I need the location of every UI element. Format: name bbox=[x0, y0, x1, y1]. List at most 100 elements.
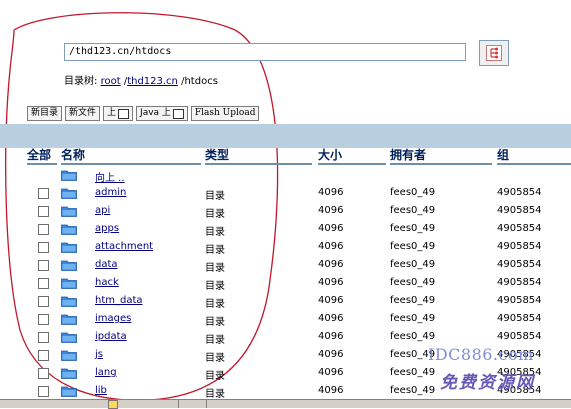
folder-icon bbox=[61, 368, 77, 379]
file-size: 4096 bbox=[318, 367, 344, 378]
globe-icon bbox=[108, 400, 118, 409]
file-name-link[interactable]: attachment bbox=[95, 241, 153, 252]
parent-row[interactable]: 向上 .. bbox=[0, 166, 571, 184]
file-group: 4905854 bbox=[497, 277, 542, 288]
row-checkbox[interactable] bbox=[38, 296, 49, 307]
file-size: 4096 bbox=[318, 259, 344, 270]
header-name[interactable]: 名称 bbox=[61, 148, 201, 165]
folder-icon bbox=[61, 242, 77, 253]
file-group: 4905854 bbox=[497, 259, 542, 270]
file-type: 目录 bbox=[205, 335, 225, 346]
table-row: ipdata 目录 4096 fees0_49 4905854 bbox=[0, 328, 571, 346]
folder-icon bbox=[61, 224, 77, 235]
file-name-link[interactable]: api bbox=[95, 205, 110, 216]
new-file-label: 新文件 bbox=[69, 108, 97, 118]
file-group: 4905854 bbox=[497, 295, 542, 306]
row-checkbox[interactable] bbox=[38, 278, 49, 289]
row-checkbox[interactable] bbox=[38, 350, 49, 361]
file-owner: fees0_49 bbox=[390, 241, 436, 252]
flash-upload-button[interactable]: Flash Upload bbox=[190, 106, 260, 121]
file-group: 4905854 bbox=[497, 205, 542, 216]
upload-box-icon bbox=[118, 108, 130, 119]
go-button[interactable] bbox=[479, 40, 509, 66]
table-row: hack 目录 4096 fees0_49 4905854 bbox=[0, 274, 571, 292]
folder-icon bbox=[61, 332, 77, 343]
file-name-link[interactable]: lang bbox=[95, 367, 117, 378]
file-type: 目录 bbox=[205, 389, 225, 400]
row-checkbox[interactable] bbox=[38, 386, 49, 397]
crumb-domain[interactable]: thd123.cn bbox=[127, 76, 178, 87]
row-checkbox[interactable] bbox=[38, 314, 49, 325]
folder-icon bbox=[61, 260, 77, 271]
file-name-link[interactable]: admin bbox=[95, 187, 126, 198]
file-group: 4905854 bbox=[497, 187, 542, 198]
file-owner: fees0_49 bbox=[390, 187, 436, 198]
file-name-link[interactable]: data bbox=[95, 259, 118, 270]
toolbar-band bbox=[0, 124, 571, 148]
file-size: 4096 bbox=[318, 241, 344, 252]
table-row: htm_data 目录 4096 fees0_49 4905854 bbox=[0, 292, 571, 310]
file-owner: fees0_49 bbox=[390, 367, 436, 378]
file-size: 4096 bbox=[318, 313, 344, 324]
file-owner: fees0_49 bbox=[390, 385, 436, 396]
file-owner: fees0_49 bbox=[390, 295, 436, 306]
row-checkbox[interactable] bbox=[38, 368, 49, 379]
file-size: 4096 bbox=[318, 223, 344, 234]
file-type: 目录 bbox=[205, 263, 225, 274]
header-type[interactable]: 类型 bbox=[205, 148, 312, 165]
toolbar: 新目录 新文件 上 Java 上 Flash Upload bbox=[27, 106, 260, 121]
header-all[interactable]: 全部 bbox=[27, 148, 57, 165]
file-owner: fees0_49 bbox=[390, 259, 436, 270]
file-owner: fees0_49 bbox=[390, 205, 436, 216]
row-checkbox[interactable] bbox=[38, 224, 49, 235]
folder-icon bbox=[61, 314, 77, 325]
header-owner[interactable]: 拥有者 bbox=[390, 148, 492, 165]
file-name-link[interactable]: js bbox=[95, 349, 103, 360]
java-upload-button[interactable]: Java 上 bbox=[136, 106, 188, 121]
folder-icon bbox=[61, 278, 77, 289]
file-owner: fees0_49 bbox=[390, 277, 436, 288]
row-checkbox[interactable] bbox=[38, 260, 49, 271]
table-row: attachment 目录 4096 fees0_49 4905854 bbox=[0, 238, 571, 256]
file-name-link[interactable]: lib bbox=[95, 385, 107, 396]
crumb-root[interactable]: root bbox=[101, 76, 121, 87]
row-checkbox[interactable] bbox=[38, 206, 49, 217]
row-checkbox[interactable] bbox=[38, 188, 49, 199]
row-checkbox[interactable] bbox=[38, 242, 49, 253]
file-group: 4905854 bbox=[497, 313, 542, 324]
file-list: 向上 .. admin 目录 4096 fees0_49 4905854 api 目录 409… bbox=[0, 166, 571, 400]
folder-icon bbox=[61, 170, 77, 181]
file-size: 4096 bbox=[318, 187, 344, 198]
file-name-link[interactable]: ipdata bbox=[95, 331, 127, 342]
parent-link[interactable]: 向上 .. bbox=[95, 169, 125, 184]
new-dir-button[interactable]: 新目录 bbox=[27, 106, 63, 121]
file-name-link[interactable]: htm_data bbox=[95, 295, 143, 306]
file-name-link[interactable]: images bbox=[95, 313, 131, 324]
header-size[interactable]: 大小 bbox=[318, 148, 386, 165]
path-input[interactable]: /thd123.cn/htdocs bbox=[64, 43, 466, 61]
file-owner: fees0_49 bbox=[390, 313, 436, 324]
file-name-link[interactable]: apps bbox=[95, 223, 119, 234]
file-size: 4096 bbox=[318, 349, 344, 360]
file-size: 4096 bbox=[318, 295, 344, 306]
folder-icon bbox=[61, 296, 77, 307]
upload-button[interactable]: 上 bbox=[103, 106, 134, 121]
folder-icon bbox=[61, 206, 77, 217]
table-row: data 目录 4096 fees0_49 4905854 bbox=[0, 256, 571, 274]
upload-label: 上 bbox=[107, 108, 117, 118]
file-size: 4096 bbox=[318, 205, 344, 216]
file-name-link[interactable]: hack bbox=[95, 277, 119, 288]
folder-icon bbox=[61, 350, 77, 361]
new-dir-label: 新目录 bbox=[31, 108, 59, 118]
breadcrumb: 目录树: root /thd123.cn /htdocs bbox=[64, 72, 218, 87]
header-group[interactable]: 组 bbox=[497, 148, 571, 165]
row-checkbox[interactable] bbox=[38, 332, 49, 343]
new-file-button[interactable]: 新文件 bbox=[65, 106, 101, 121]
file-type: 目录 bbox=[205, 353, 225, 364]
file-owner: fees0_49 bbox=[390, 331, 436, 342]
file-size: 4096 bbox=[318, 277, 344, 288]
file-size: 4096 bbox=[318, 331, 344, 342]
watermark-site: 免费资源网 bbox=[440, 373, 535, 393]
table-row: admin 目录 4096 fees0_49 4905854 bbox=[0, 184, 571, 202]
file-type: 目录 bbox=[205, 191, 225, 202]
